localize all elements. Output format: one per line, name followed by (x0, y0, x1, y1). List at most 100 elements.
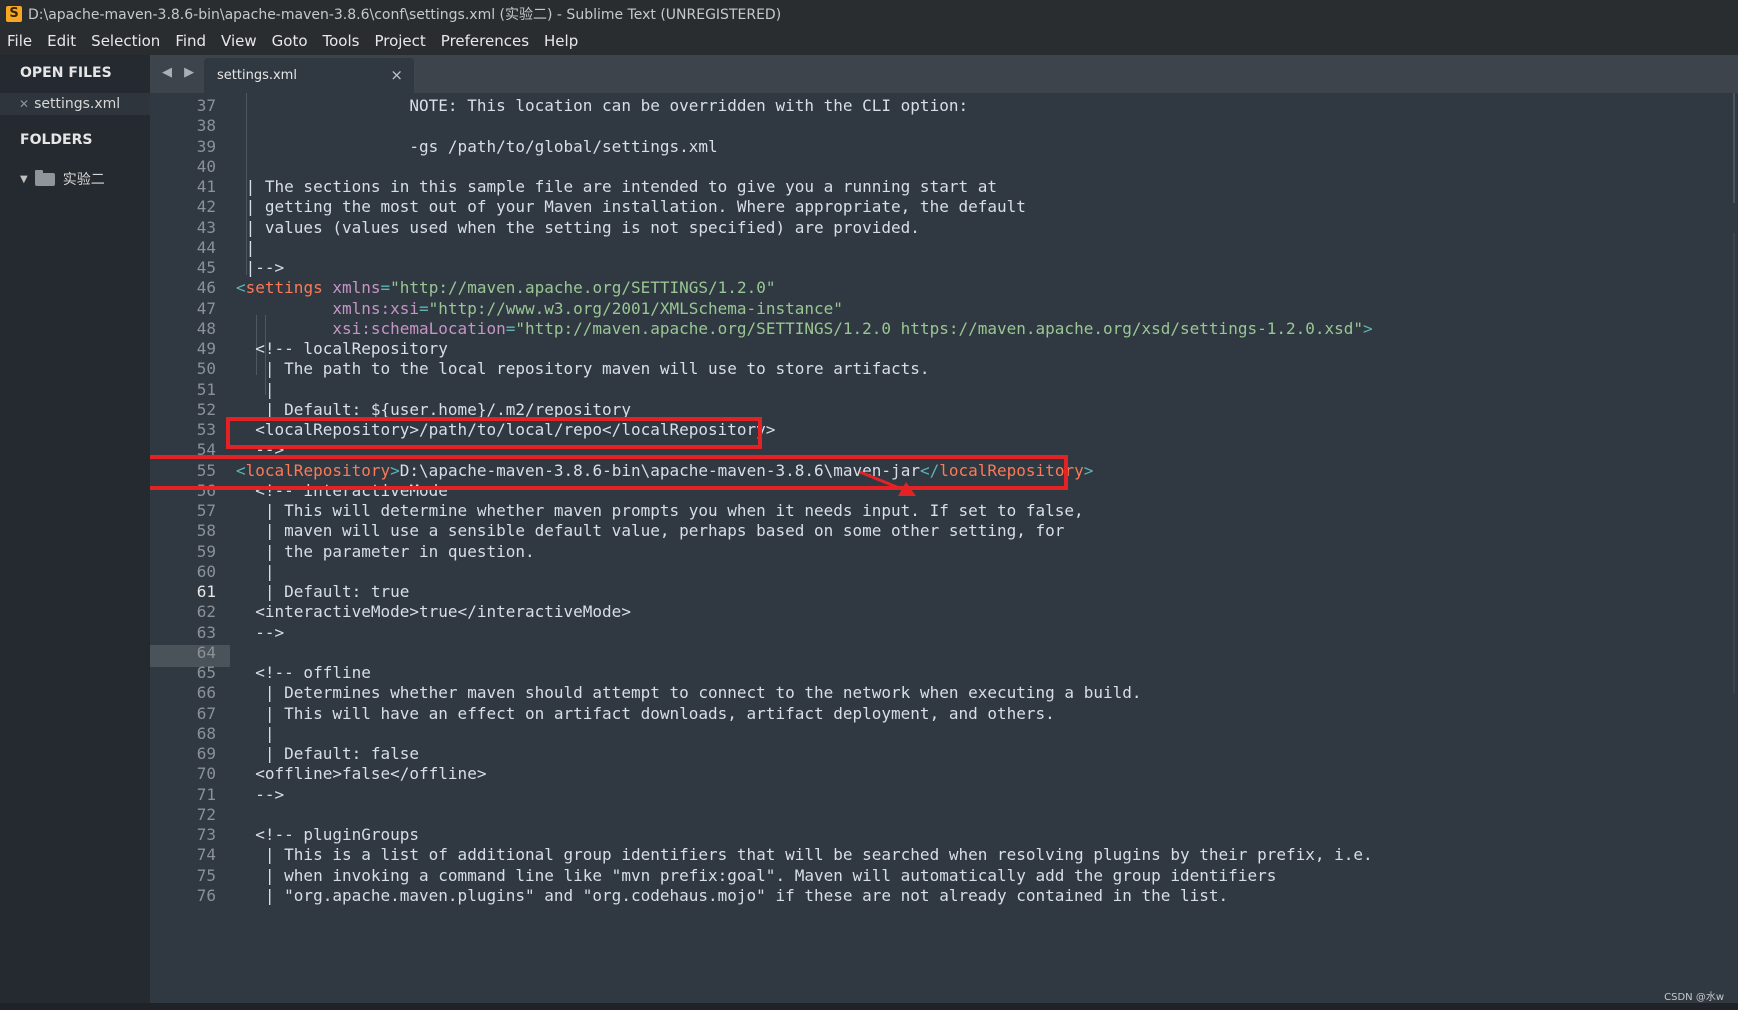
code-token: | (236, 561, 275, 581)
code-line[interactable]: <!-- offline (236, 662, 371, 684)
line-number: 40 (196, 156, 216, 176)
line-number: 48 (196, 318, 216, 338)
line-number: 69 (196, 744, 216, 763)
code-token: | values (values used when the setting i… (236, 217, 920, 237)
code-token: "http://maven.apache.org/SETTINGS/1.2.0" (390, 278, 776, 298)
open-files-header: OPEN FILES (20, 65, 112, 81)
code-line[interactable]: | (236, 379, 275, 401)
code-line[interactable]: <interactiveMode>true</interactiveMode> (236, 601, 631, 623)
line-number: 53 (196, 420, 216, 439)
code-token: > (1083, 460, 1094, 480)
code-token: <offline>false</offline> (236, 764, 487, 784)
code-token: | (236, 723, 275, 743)
code-line[interactable]: | (236, 561, 275, 583)
line-number: 57 (196, 501, 216, 520)
line-number: 50 (196, 359, 216, 379)
code-line[interactable]: --> (236, 622, 284, 644)
line-number: 67 (196, 703, 216, 723)
code-token: settings (245, 278, 323, 298)
line-number: 52 (196, 399, 216, 419)
code-editor[interactable]: 37 38 39 40 41 42 43 44 45 46 47 48 49 50 51 52 53 54 55 56… (150, 93, 1738, 1003)
code-line[interactable]: |--> (236, 257, 285, 279)
code-line[interactable]: | getting the most out of your Maven ins… (236, 196, 1026, 218)
minimap-scrollbar[interactable] (1728, 93, 1738, 1003)
code-line[interactable]: | The path to the local repository maven… (236, 358, 930, 380)
line-number: 75 (196, 865, 216, 885)
annotation-arrow-icon (859, 470, 916, 496)
code-token: | Default: false (236, 744, 420, 763)
code-line[interactable]: | values (values used when the setting i… (236, 217, 920, 239)
code-line[interactable]: | This is a list of additional group ide… (236, 844, 1373, 866)
line-number: 44 (196, 237, 216, 257)
code-line[interactable]: -gs /path/to/global/settings.xml (236, 136, 717, 158)
line-number: 46 (196, 278, 216, 298)
code-line[interactable]: | This will have an effect on artifact d… (236, 703, 1055, 725)
code-token: <interactiveMode>true</interactiveMode> (236, 602, 631, 622)
folder-icon (34, 169, 55, 186)
tab-bar: ◀ ▶ settings.xml × (150, 55, 1738, 93)
menu-file[interactable]: File (7, 32, 32, 50)
code-line[interactable]: | the parameter in question. (236, 541, 535, 563)
code-token: | when invoking a command line like "mvn… (236, 865, 1277, 885)
menu-selection[interactable]: Selection (91, 32, 160, 50)
code-line[interactable]: <offline>false</offline> (236, 763, 486, 785)
menu-preferences[interactable]: Preferences (441, 32, 529, 50)
code-line[interactable]: | Default: true (236, 581, 410, 603)
code-token: | getting the most out of your Maven ins… (236, 197, 1026, 217)
code-token: | Default: ${user.home}/.m2/repository (236, 399, 631, 419)
line-number: 66 (196, 683, 216, 703)
line-number: 41 (196, 177, 216, 196)
menu-find[interactable]: Find (175, 32, 206, 50)
line-number: 63 (196, 622, 216, 642)
code-line[interactable]: <!-- localRepository (236, 338, 448, 360)
code-token: | This will have an effect on artifact d… (236, 703, 1055, 723)
watermark: CSDN @水w (1664, 992, 1724, 1003)
line-number: 43 (196, 217, 216, 237)
code-line[interactable]: | This will determine whether maven prom… (236, 500, 1084, 522)
code-line[interactable]: | "org.apache.maven.plugins" and "org.co… (236, 885, 1228, 907)
code-line[interactable]: | (236, 237, 256, 259)
code-token: | "org.apache.maven.plugins" and "org.co… (236, 885, 1229, 905)
menu-edit[interactable]: Edit (47, 32, 76, 50)
line-number: 61 (196, 582, 216, 601)
code-line[interactable]: | The sections in this sample file are i… (236, 176, 997, 198)
code-line[interactable]: | Determines whether maven should attemp… (236, 682, 1142, 704)
line-number: 76 (196, 885, 216, 905)
code-line[interactable]: xmlns:xsi="http://www.w3.org/2001/XMLSch… (236, 298, 843, 320)
menu-tools[interactable]: Tools (323, 32, 360, 50)
menu-view[interactable]: View (221, 32, 257, 50)
line-number: 71 (196, 784, 216, 804)
line-number: 74 (196, 845, 216, 865)
code-line[interactable]: | (236, 723, 275, 745)
code-line[interactable]: xsi:schemaLocation="http://maven.apache.… (236, 318, 1373, 340)
menu-goto[interactable]: Goto (272, 32, 308, 50)
code-line[interactable]: <!-- pluginGroups (236, 824, 419, 846)
code-token: | The path to the local repository maven… (236, 359, 930, 379)
expand-triangle-icon[interactable]: ▼ (20, 174, 28, 185)
tab-settings-xml[interactable]: settings.xml × (204, 58, 414, 93)
code-line[interactable]: | Default: false (236, 743, 419, 765)
open-file-label: settings.xml (34, 96, 121, 112)
code-line[interactable]: | maven will use a sensible default valu… (236, 520, 1065, 542)
open-file-item[interactable]: ✕ settings.xml (0, 93, 150, 115)
code-line[interactable]: --> (236, 784, 284, 806)
tab-navigation-arrows-icon[interactable]: ◀ ▶ (162, 65, 198, 80)
code-line[interactable]: | when invoking a command line like "mvn… (236, 865, 1276, 887)
code-token: | the parameter in question. (236, 541, 535, 561)
close-file-icon[interactable]: ✕ (19, 97, 29, 111)
code-line[interactable]: <settings xmlns="http://maven.apache.org… (236, 277, 775, 299)
code-token: xmlns (332, 278, 381, 298)
code-area[interactable]: NOTE: This location can be overridden wi… (236, 93, 1716, 1003)
folder-item[interactable]: ▼ 实验二 (20, 169, 105, 189)
code-token: | maven will use a sensible default valu… (236, 521, 1065, 541)
tab-close-icon[interactable]: × (390, 66, 403, 84)
code-token: <!-- localRepository (236, 339, 448, 358)
menu-help[interactable]: Help (544, 32, 578, 50)
code-token: --> (236, 622, 285, 642)
code-token: | (236, 237, 256, 257)
code-token: > (1363, 318, 1373, 338)
line-number: 65 (196, 663, 216, 682)
line-number: 58 (196, 521, 216, 541)
menu-project[interactable]: Project (374, 32, 425, 50)
code-line[interactable]: NOTE: This location can be overridden wi… (236, 95, 968, 117)
